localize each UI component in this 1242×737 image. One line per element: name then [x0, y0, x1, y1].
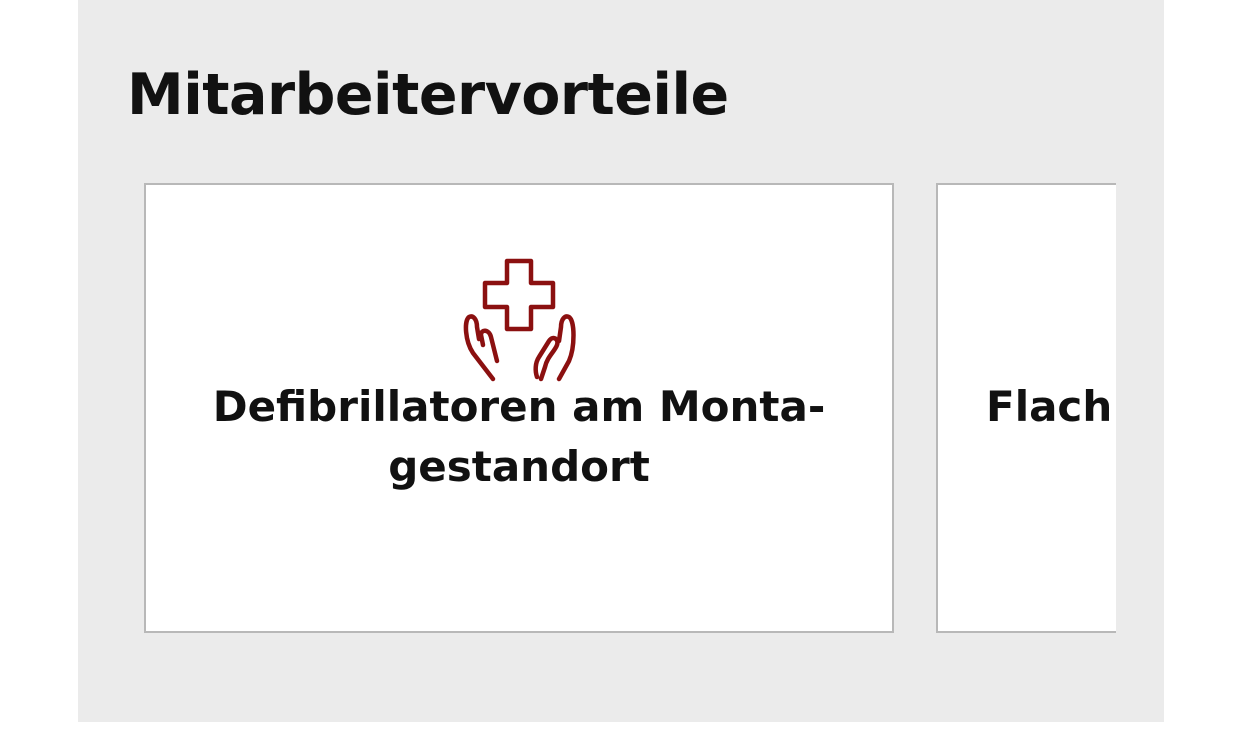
benefit-card-defibrillators[interactable]: Defibrillatoren am Monta- gestandort — [144, 183, 894, 633]
benefit-card-title: Defibrillatoren am Monta- gestandort — [176, 377, 862, 497]
section-title: Mitarbeitervorteile — [127, 62, 729, 128]
benefit-card-title-line-1: Defibrillatoren am Monta- — [212, 382, 826, 431]
benefits-section: Mitarbeitervorteile Defibrillatoren am M… — [78, 0, 1164, 722]
benefit-card-next[interactable]: Flach — [936, 183, 1116, 633]
benefit-card-title-line-2: gestandort — [388, 442, 650, 491]
hands-medical-cross-icon — [463, 258, 576, 382]
benefits-carousel[interactable]: Defibrillatoren am Monta- gestandort Fla… — [144, 183, 1116, 633]
benefit-card-title: Flach — [986, 382, 1113, 431]
